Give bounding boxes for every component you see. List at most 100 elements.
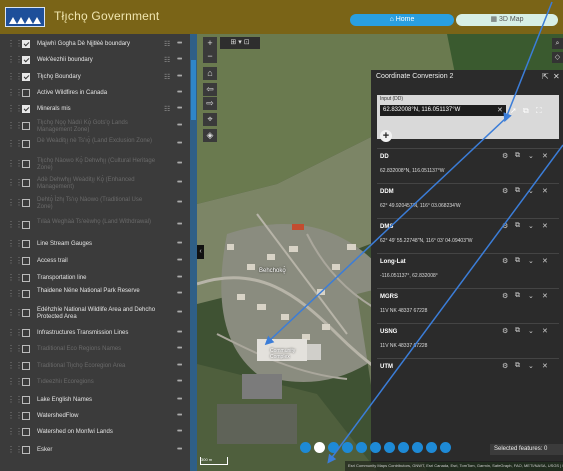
close-icon[interactable]: ✕: [542, 222, 548, 230]
drag-handle-icon[interactable]: ⋮⋮: [7, 412, 23, 420]
more-options-icon[interactable]: •••: [177, 446, 182, 453]
layer-visibility-checkbox[interactable]: [22, 40, 30, 48]
settings-icon[interactable]: ⚙: [502, 187, 508, 195]
more-options-icon[interactable]: •••: [177, 179, 182, 186]
more-options-icon[interactable]: •••: [177, 362, 182, 369]
layer-visibility-checkbox[interactable]: [22, 199, 30, 207]
drag-handle-icon[interactable]: ⋮⋮: [7, 179, 23, 187]
settings-icon[interactable]: ⚙: [502, 152, 508, 160]
drag-handle-icon[interactable]: ⋮⋮: [7, 290, 23, 298]
drag-handle-icon[interactable]: ⋮⋮: [7, 140, 23, 148]
map-point-icon[interactable]: ➚: [510, 105, 517, 116]
drag-handle-icon[interactable]: ⋮⋮: [7, 378, 23, 386]
copy-icon[interactable]: ⧉: [515, 257, 520, 265]
layer-visibility-checkbox[interactable]: [22, 412, 30, 420]
drag-handle-icon[interactable]: ⋮⋮: [7, 309, 23, 317]
more-options-icon[interactable]: •••: [177, 378, 182, 385]
copy-icon[interactable]: ⧉: [515, 327, 520, 335]
legend-icon[interactable]: ☷: [164, 56, 170, 64]
tab-home[interactable]: ⌂ Home: [350, 14, 454, 26]
layer-visibility-checkbox[interactable]: [22, 89, 30, 97]
tool-button-active[interactable]: [314, 442, 325, 453]
close-icon[interactable]: ✕: [542, 187, 548, 195]
tool-button-11[interactable]: [440, 442, 451, 453]
home-icon[interactable]: ⌂: [203, 67, 217, 80]
more-options-icon[interactable]: •••: [177, 105, 182, 112]
close-icon[interactable]: ✕: [542, 292, 548, 300]
more-options-icon[interactable]: •••: [177, 122, 182, 129]
map-tools-group[interactable]: ⊞ ▾ ⊡: [220, 37, 260, 49]
close-icon[interactable]: ✕: [542, 257, 548, 265]
close-icon[interactable]: ✕: [542, 152, 548, 160]
close-icon[interactable]: ✕: [542, 362, 548, 370]
coordinate-input[interactable]: [380, 105, 506, 116]
tool-button-1[interactable]: [300, 442, 311, 453]
layer-visibility-checkbox[interactable]: [22, 240, 30, 248]
zoom-out-button[interactable]: −: [203, 50, 217, 63]
legend-icon[interactable]: ☷: [164, 73, 170, 81]
tool-button-10[interactable]: [426, 442, 437, 453]
layer-visibility-checkbox[interactable]: [22, 309, 30, 317]
layer-visibility-checkbox[interactable]: [22, 122, 30, 130]
chevron-down-icon[interactable]: ⌄: [528, 222, 534, 230]
layer-visibility-checkbox[interactable]: [22, 274, 30, 282]
add-conversion-button[interactable]: +: [380, 130, 392, 142]
layer-visibility-checkbox[interactable]: [22, 290, 30, 298]
more-options-icon[interactable]: •••: [177, 396, 182, 403]
locate-icon[interactable]: ⌖: [203, 113, 217, 126]
layer-visibility-checkbox[interactable]: [22, 362, 30, 370]
tool-button-5[interactable]: [356, 442, 367, 453]
more-options-icon[interactable]: •••: [177, 345, 182, 352]
copy-icon[interactable]: ⧉: [523, 105, 529, 116]
more-options-icon[interactable]: •••: [177, 40, 182, 47]
drag-handle-icon[interactable]: ⋮⋮: [7, 122, 23, 130]
layer-visibility-checkbox[interactable]: [22, 56, 30, 64]
expand-fields-icon[interactable]: ⛶: [536, 105, 542, 116]
more-options-icon[interactable]: •••: [177, 309, 182, 316]
more-options-icon[interactable]: •••: [177, 140, 182, 147]
more-options-icon[interactable]: •••: [177, 428, 182, 435]
tool-button-8[interactable]: [398, 442, 409, 453]
drag-handle-icon[interactable]: ⋮⋮: [7, 199, 23, 207]
more-options-icon[interactable]: •••: [177, 89, 182, 96]
drag-handle-icon[interactable]: ⋮⋮: [7, 257, 23, 265]
tool-button-4[interactable]: [342, 442, 353, 453]
layer-visibility-checkbox[interactable]: [22, 221, 30, 229]
drag-handle-icon[interactable]: ⋮⋮: [7, 396, 23, 404]
next-extent-icon[interactable]: ⇨: [203, 97, 217, 110]
scrollbar-thumb[interactable]: [191, 60, 196, 120]
layer-visibility-checkbox[interactable]: [22, 345, 30, 353]
tab-3d-map[interactable]: ▦ 3D Map: [456, 14, 558, 26]
tool-button-7[interactable]: [384, 442, 395, 453]
close-icon[interactable]: ✕: [553, 72, 560, 81]
tool-button-6[interactable]: [370, 442, 381, 453]
search-icon[interactable]: ⌕: [552, 38, 563, 49]
more-options-icon[interactable]: •••: [177, 257, 182, 264]
more-options-icon[interactable]: •••: [177, 329, 182, 336]
layer-visibility-checkbox[interactable]: [22, 73, 30, 81]
drag-handle-icon[interactable]: ⋮⋮: [7, 274, 23, 282]
previous-extent-icon[interactable]: ⇦: [203, 83, 217, 96]
layer-visibility-checkbox[interactable]: [22, 257, 30, 265]
copy-icon[interactable]: ⧉: [515, 187, 520, 195]
drag-handle-icon[interactable]: ⋮⋮: [7, 105, 23, 113]
selected-features-status[interactable]: Selected features: 0: [490, 444, 563, 455]
drag-handle-icon[interactable]: ⋮⋮: [7, 428, 23, 436]
settings-icon[interactable]: ⚙: [502, 292, 508, 300]
compass-icon[interactable]: ◈: [203, 129, 217, 142]
drag-handle-icon[interactable]: ⋮⋮: [7, 446, 23, 454]
zoom-in-button[interactable]: +: [203, 37, 217, 50]
more-options-icon[interactable]: •••: [177, 412, 182, 419]
tool-button-9[interactable]: [412, 442, 423, 453]
drag-handle-icon[interactable]: ⋮⋮: [7, 56, 23, 64]
layer-visibility-checkbox[interactable]: [22, 378, 30, 386]
drag-handle-icon[interactable]: ⋮⋮: [7, 221, 23, 229]
more-options-icon[interactable]: •••: [177, 160, 182, 167]
chevron-down-icon[interactable]: ⌄: [528, 362, 534, 370]
layer-visibility-checkbox[interactable]: [22, 446, 30, 454]
settings-icon[interactable]: ⚙: [502, 257, 508, 265]
layer-visibility-checkbox[interactable]: [22, 105, 30, 113]
copy-icon[interactable]: ⧉: [515, 292, 520, 300]
chevron-down-icon[interactable]: ⌄: [528, 152, 534, 160]
chevron-down-icon[interactable]: ⌄: [528, 292, 534, 300]
